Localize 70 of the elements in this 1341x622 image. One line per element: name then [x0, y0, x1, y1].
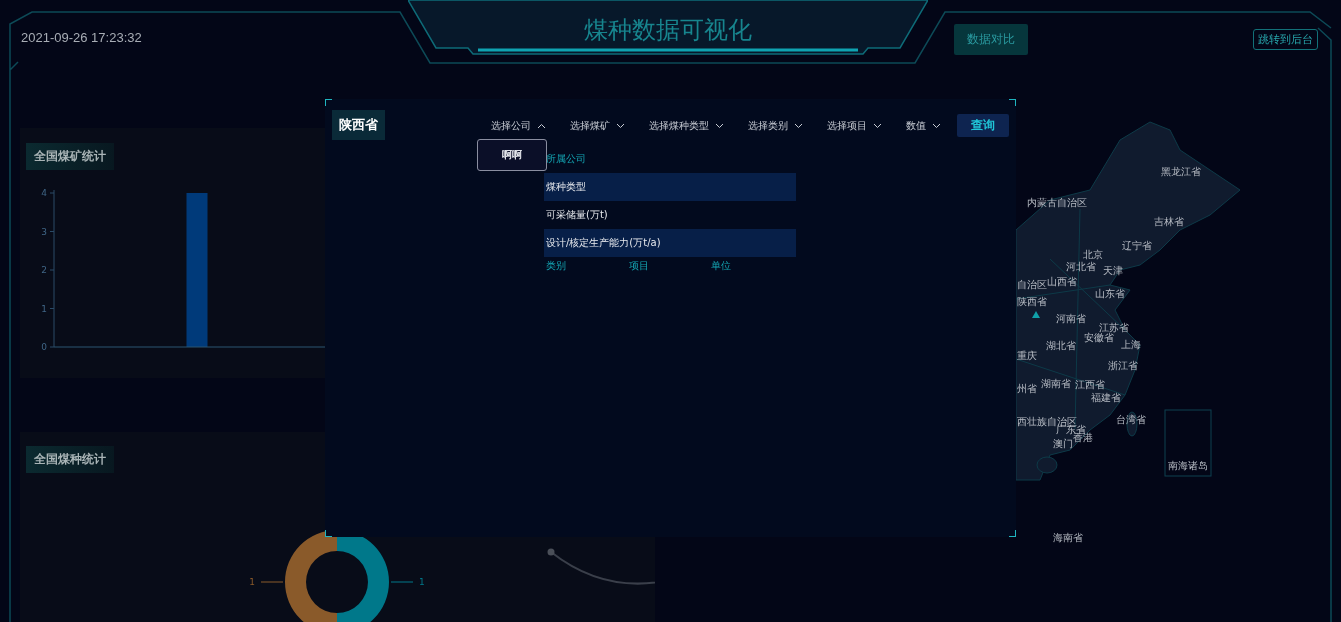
axis-tick-label: 3: [41, 226, 47, 237]
map-label: 州省: [1017, 384, 1037, 394]
map-label: 黑龙江省: [1161, 167, 1201, 177]
map-label: 安徽省: [1084, 333, 1114, 343]
axis-tick-label: 2: [41, 265, 47, 275]
map-label: 湖北省: [1046, 341, 1076, 351]
table-row: 设计/核定生产能力(万t/a): [544, 229, 796, 257]
axis-tick-label: 4: [41, 188, 47, 198]
map-label: 吉林省: [1154, 217, 1184, 227]
backend-button[interactable]: 跳转到后台: [1253, 29, 1318, 50]
triangle-marker-icon: [1032, 311, 1040, 318]
map-label: 辽宁省: [1122, 241, 1152, 251]
chevron-up-icon: [537, 122, 546, 129]
map-label: 福建省: [1091, 393, 1121, 403]
map-label: 自治区: [1017, 280, 1047, 290]
page-title: 煤种数据可视化: [584, 15, 752, 46]
map-label: 山西省: [1047, 277, 1077, 287]
leader-line: [260, 581, 284, 583]
chevron-down-icon: [873, 122, 882, 129]
map-label: 重庆: [1017, 351, 1037, 361]
filter-dropdown[interactable]: 选择项目: [819, 114, 890, 137]
table-header: 所属公司: [545, 152, 587, 166]
map-label: 上海: [1121, 340, 1141, 350]
map-label: 陕西省: [1017, 297, 1047, 307]
filter-dropdown[interactable]: 选择公司: [483, 114, 554, 137]
query-button[interactable]: 查询: [957, 114, 1009, 137]
corner-mark: [325, 99, 332, 106]
filter-dropdown[interactable]: 选择煤种类型: [641, 114, 732, 137]
corner-mark: [1009, 530, 1016, 537]
panel-title: 全国煤种统计: [26, 446, 114, 473]
panel-title: 全国煤矿统计: [26, 143, 114, 170]
date-time: 2021-09-26 17:23:32: [21, 30, 143, 45]
axis-tick-label: 1: [41, 303, 47, 314]
compare-button[interactable]: 数据对比: [954, 24, 1028, 55]
column-header: 单位: [711, 259, 733, 273]
chevron-down-icon: [794, 122, 803, 129]
table-row: 煤种类型: [544, 173, 796, 201]
column-header: 类别: [546, 259, 567, 273]
data-label: 1: [419, 577, 425, 587]
map-label: 澳门: [1053, 439, 1073, 449]
filter-dropdown[interactable]: 选择煤矿: [562, 114, 633, 137]
data-label: 1: [249, 577, 255, 587]
map-label: 湖南省: [1041, 379, 1071, 389]
map-label: 香港: [1073, 433, 1093, 443]
map-label: 北京: [1083, 250, 1103, 260]
map-label: 江苏省: [1099, 323, 1129, 333]
map-label: 浙江省: [1108, 361, 1138, 371]
map-label: 内蒙古自治区: [1027, 198, 1087, 208]
map-label: 南海诸岛: [1168, 461, 1208, 471]
map-label: 广东省: [1056, 425, 1086, 435]
axis-tick-label: 0: [41, 342, 47, 352]
map-label: 台湾省: [1116, 415, 1146, 425]
filter-dropdown[interactable]: 数值: [898, 114, 949, 137]
corner-mark: [1009, 99, 1016, 106]
corner-mark: [325, 530, 332, 537]
map-label: 河南省: [1056, 314, 1086, 324]
map-label: 天津: [1103, 266, 1123, 276]
filter-dropdown[interactable]: 选择类别: [740, 114, 811, 137]
chevron-down-icon: [715, 122, 724, 129]
map-label: 河北省: [1066, 262, 1096, 272]
chevron-down-icon: [932, 122, 941, 129]
map-label: 海南省: [1053, 533, 1083, 543]
region-tag: 陕西省: [332, 110, 385, 140]
chevron-down-icon: [616, 122, 625, 129]
table-row-text: 可采储量(万t): [545, 208, 609, 222]
map-label: 山东省: [1095, 289, 1125, 299]
map-label: 江西省: [1075, 380, 1105, 390]
leader-line: [390, 581, 414, 583]
column-header: 项目: [628, 259, 650, 273]
dropdown-option[interactable]: 啊啊: [478, 147, 546, 162]
